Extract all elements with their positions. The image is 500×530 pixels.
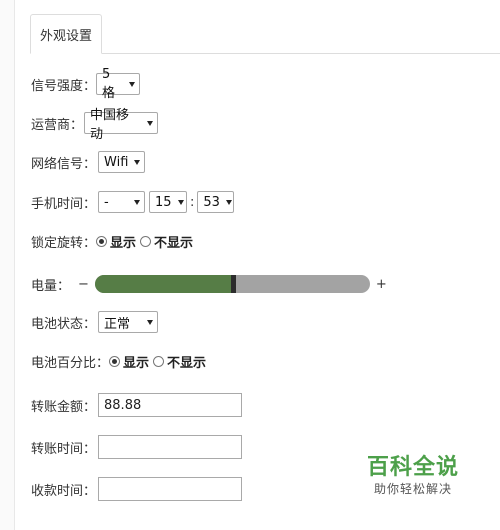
hour-value: 15 [155, 194, 172, 210]
receive-time-input[interactable] [98, 477, 243, 501]
tab-appearance-settings[interactable]: 外观设置 [30, 14, 102, 54]
network-label: 网络信号： [31, 156, 97, 172]
signal-strength-label: 信号强度： [31, 78, 97, 94]
carrier-label: 运营商： [31, 117, 84, 133]
rotation-lock-hide-radio[interactable] [140, 235, 152, 247]
battery-slider-group: − + [78, 275, 387, 293]
signal-strength-value: 5格 [102, 67, 116, 101]
battery-percent-show-radio[interactable] [109, 355, 121, 367]
rotation-lock-show-radio[interactable] [96, 235, 108, 247]
chevron-down-icon [134, 159, 141, 165]
battery-slider-handle[interactable] [230, 275, 236, 293]
phone-time-row: 手机时间： - 15 : 53 [31, 190, 235, 214]
chevron-down-icon [147, 120, 154, 126]
battery-slider-fill [94, 275, 233, 293]
am-pm-select[interactable]: - [98, 191, 146, 213]
chevron-down-icon [177, 199, 184, 205]
transfer-time-input[interactable] [98, 435, 243, 459]
battery-minus[interactable]: − [78, 277, 89, 292]
battery-percent-hide-radio[interactable] [153, 355, 165, 367]
rotation-lock-hide-label[interactable]: 不显示 [154, 232, 193, 251]
minute-value: 53 [203, 194, 220, 210]
battery-plus[interactable]: + [376, 277, 387, 292]
tab-label: 外观设置 [39, 28, 92, 44]
transfer-amount-label: 转账金额： [31, 399, 97, 415]
watermark-logo: 百科全说 助你轻松解决 [365, 455, 461, 497]
signal-strength-select[interactable]: 5格 [96, 67, 141, 101]
transfer-amount-input[interactable]: 88.88 [98, 393, 243, 417]
chevron-down-icon [225, 199, 232, 205]
carrier-select[interactable]: 中国移动 [84, 108, 159, 142]
chevron-down-icon [134, 199, 141, 205]
hour-select[interactable]: 15 [149, 191, 188, 213]
chevron-down-icon [147, 319, 154, 325]
phone-time-label: 手机时间： [31, 196, 97, 212]
chevron-down-icon [129, 81, 136, 87]
minute-select[interactable]: 53 [197, 191, 235, 213]
rotation-lock-row: 锁定旋转： 显示 不显示 [31, 229, 197, 253]
battery-row: 电量： − + [31, 272, 387, 296]
transfer-time-label: 转账时间： [31, 441, 97, 457]
battery-label: 电量： [31, 278, 71, 294]
network-value: Wifi [104, 154, 129, 170]
transfer-time-row: 转账时间： [31, 435, 243, 459]
battery-status-label: 电池状态： [31, 316, 97, 332]
battery-slider-track[interactable] [94, 275, 370, 293]
battery-status-value: 正常 [104, 316, 131, 332]
carrier-value: 中国移动 [90, 108, 130, 142]
receive-time-label: 收款时间： [31, 483, 97, 499]
battery-percent-row: 电池百分比： 显示 不显示 [31, 349, 210, 373]
receive-time-row: 收款时间： [31, 477, 243, 501]
network-select[interactable]: Wifi [98, 151, 146, 173]
rotation-lock-label: 锁定旋转： [31, 235, 97, 251]
battery-percent-show-label[interactable]: 显示 [123, 352, 149, 371]
time-separator: : [190, 194, 195, 210]
battery-status-select[interactable]: 正常 [98, 311, 159, 333]
network-row: 网络信号： Wifi [31, 150, 146, 174]
battery-status-row: 电池状态： 正常 [31, 310, 159, 334]
rotation-lock-show-label[interactable]: 显示 [110, 232, 136, 251]
signal-strength-row: 信号强度： 5格 [31, 67, 141, 101]
watermark-title: 百科全说 [366, 455, 459, 480]
watermark-subtitle: 助你轻松解决 [373, 482, 452, 496]
battery-percent-hide-label[interactable]: 不显示 [167, 352, 206, 371]
settings-page: 外观设置 信号强度： 5格 运营商： 中国移动 网络信号： Wifi 手机时间：… [0, 0, 500, 530]
period-value: - [104, 194, 109, 210]
left-edge-strip [0, 0, 15, 530]
transfer-amount-row: 转账金额： 88.88 [31, 393, 243, 417]
battery-percent-label: 电池百分比： [31, 355, 110, 371]
carrier-row: 运营商： 中国移动 [31, 108, 159, 142]
